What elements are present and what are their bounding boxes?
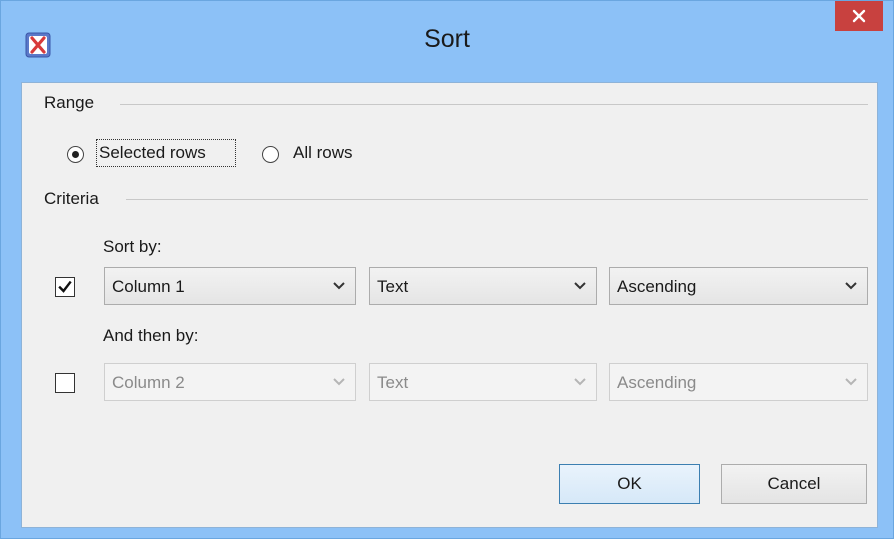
chevron-down-icon (845, 282, 857, 290)
dialog-title: Sort (424, 25, 470, 53)
then-by-type-dropdown: Text (369, 363, 597, 401)
then-by-type-value: Text (377, 373, 409, 392)
chevron-down-icon (574, 282, 586, 290)
sort-by-order-value: Ascending (617, 277, 697, 296)
sort-by-label: Sort by: (103, 237, 162, 256)
close-icon (852, 9, 866, 23)
then-by-label: And then by: (103, 326, 199, 345)
radio-selected-rows[interactable] (67, 146, 84, 163)
title-bar[interactable]: Sort (1, 1, 893, 81)
radio-all-rows[interactable] (262, 146, 279, 163)
radio-selected-rows-label[interactable]: Selected rows (99, 143, 206, 163)
sort-dialog: Sort Range Selected rows All rows Criter… (0, 0, 894, 539)
range-separator (120, 104, 868, 105)
sort-by-column-value: Column 1 (112, 277, 185, 296)
chevron-down-icon (845, 378, 857, 386)
sort-by-checkbox[interactable] (55, 277, 75, 297)
sort-by-column-dropdown[interactable]: Column 1 (104, 267, 356, 305)
ok-button[interactable]: OK (559, 464, 700, 504)
then-by-column-dropdown: Column 2 (104, 363, 356, 401)
then-by-order-value: Ascending (617, 373, 697, 392)
chevron-down-icon (333, 378, 345, 386)
criteria-separator (126, 199, 868, 200)
then-by-column-value: Column 2 (112, 373, 185, 392)
then-by-checkbox[interactable] (55, 373, 75, 393)
check-icon (58, 280, 72, 293)
sort-by-type-value: Text (377, 277, 409, 296)
sort-by-order-dropdown[interactable]: Ascending (609, 267, 868, 305)
range-group-label: Range (44, 93, 95, 112)
then-by-order-dropdown: Ascending (609, 363, 868, 401)
dialog-body: Range Selected rows All rows Criteria So… (21, 82, 878, 528)
radio-all-rows-label[interactable]: All rows (293, 143, 353, 163)
close-button[interactable] (835, 1, 883, 31)
sort-by-type-dropdown[interactable]: Text (369, 267, 597, 305)
criteria-group-label: Criteria (44, 189, 99, 208)
chevron-down-icon (333, 282, 345, 290)
cancel-button[interactable]: Cancel (721, 464, 867, 504)
chevron-down-icon (574, 378, 586, 386)
radio-selected-dot (72, 151, 79, 158)
